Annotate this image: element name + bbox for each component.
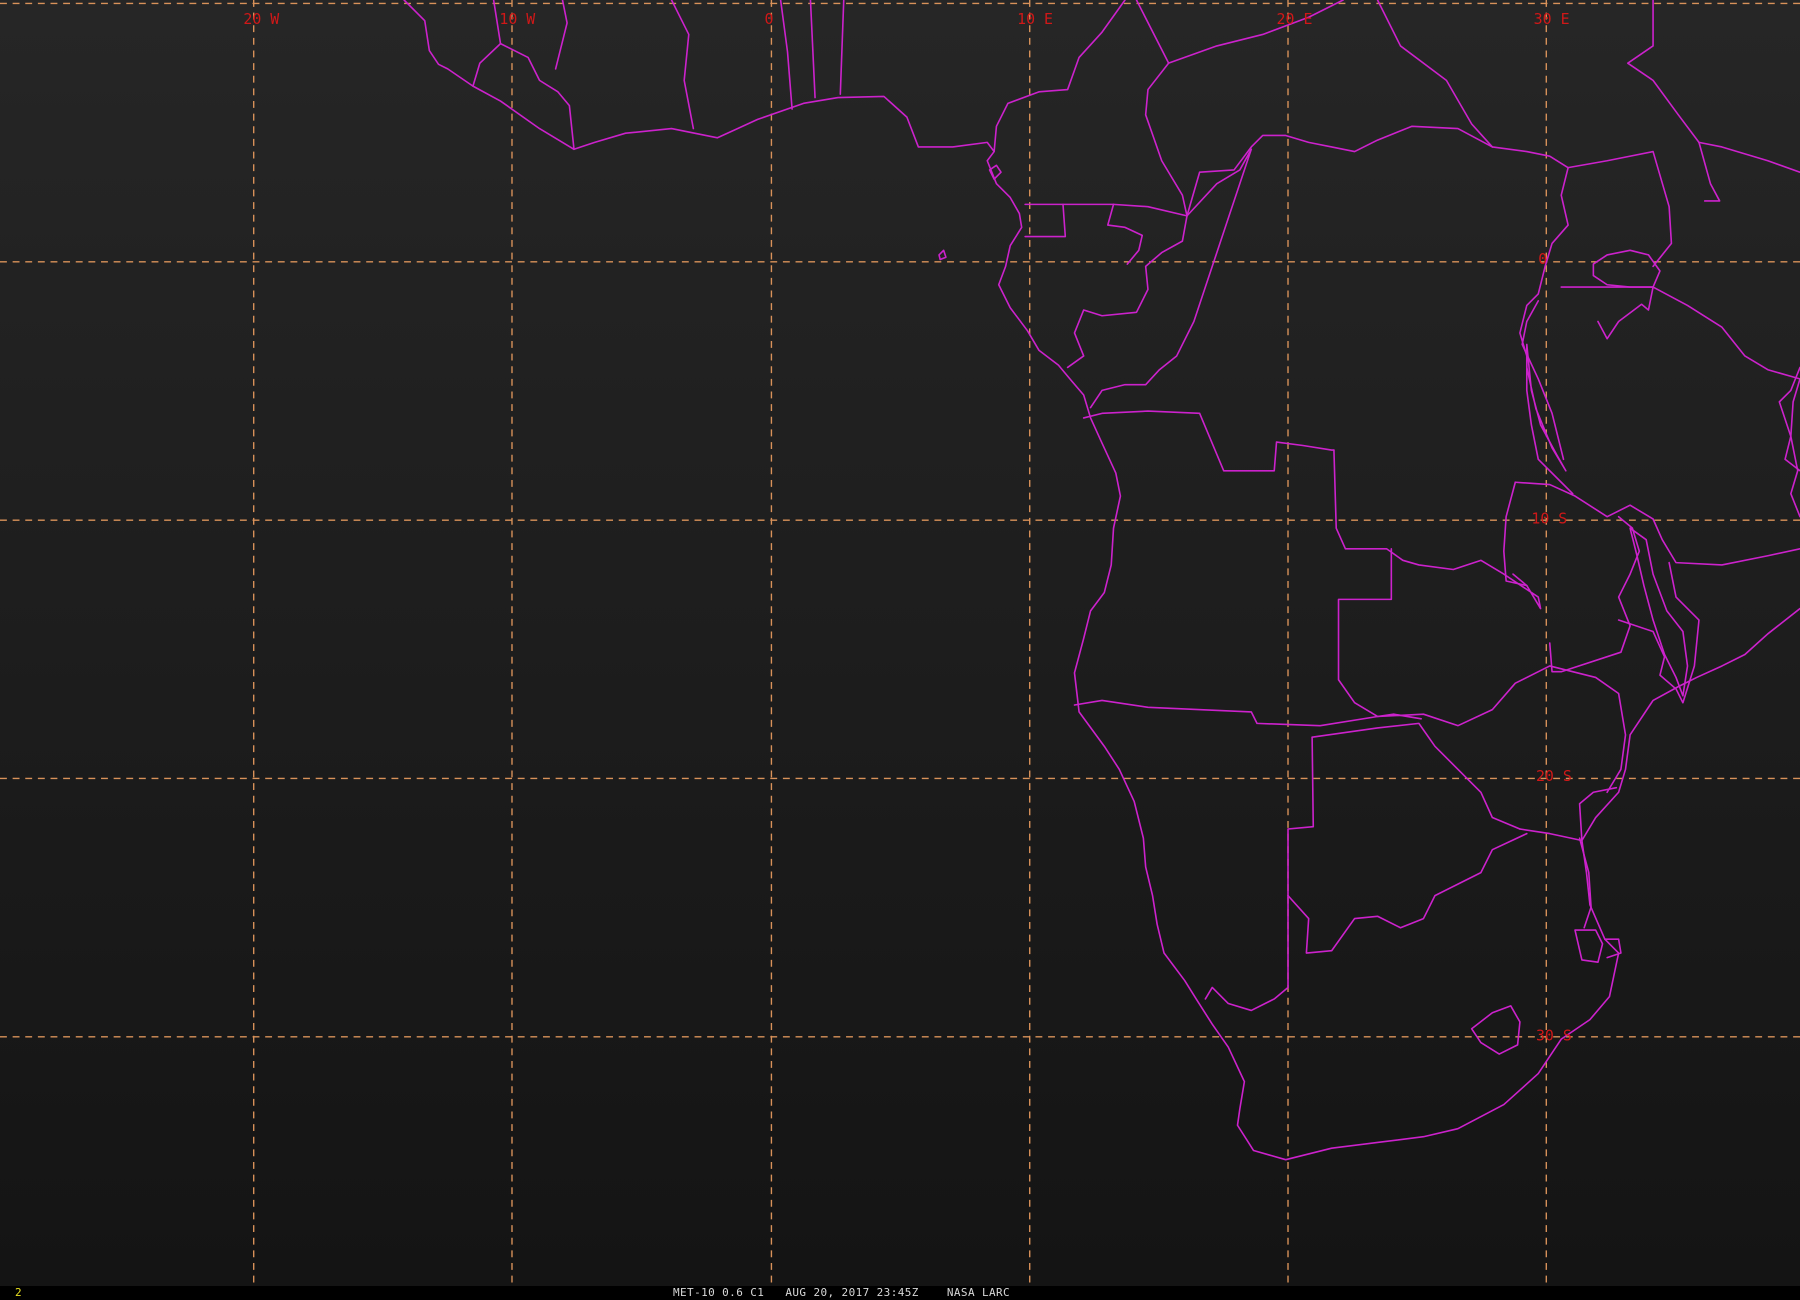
lon-label-20w: 20 W <box>243 10 279 28</box>
satellite-image-viewer: 20 W 10 W 0 10 E 20 E 30 E 0 10 S 20 S 3… <box>0 0 1800 1300</box>
image-caption: MET-10 0.6 C1 AUG 20, 2017 23:45Z NASA L… <box>673 1286 1011 1299</box>
lon-label-30e: 30 E <box>1534 10 1570 28</box>
lat-label-20s: 20 S <box>1536 767 1572 785</box>
lat-label-10s: 10 S <box>1531 510 1567 528</box>
satellite-imagery-background <box>0 0 1800 1286</box>
lon-label-20e: 20 E <box>1277 10 1313 28</box>
status-bar: 2 MET-10 0.6 C1 AUG 20, 2017 23:45Z NASA… <box>0 1286 1800 1300</box>
lat-label-0: 0 <box>1538 250 1547 268</box>
map-canvas: 20 W 10 W 0 10 E 20 E 30 E 0 10 S 20 S 3… <box>0 0 1800 1286</box>
lat-label-30s: 30 S <box>1536 1026 1572 1044</box>
lon-label-10w: 10 W <box>499 10 535 28</box>
lon-label-0: 0 <box>765 10 774 28</box>
lon-label-10e: 10 E <box>1017 10 1053 28</box>
frame-number: 2 <box>15 1286 22 1299</box>
